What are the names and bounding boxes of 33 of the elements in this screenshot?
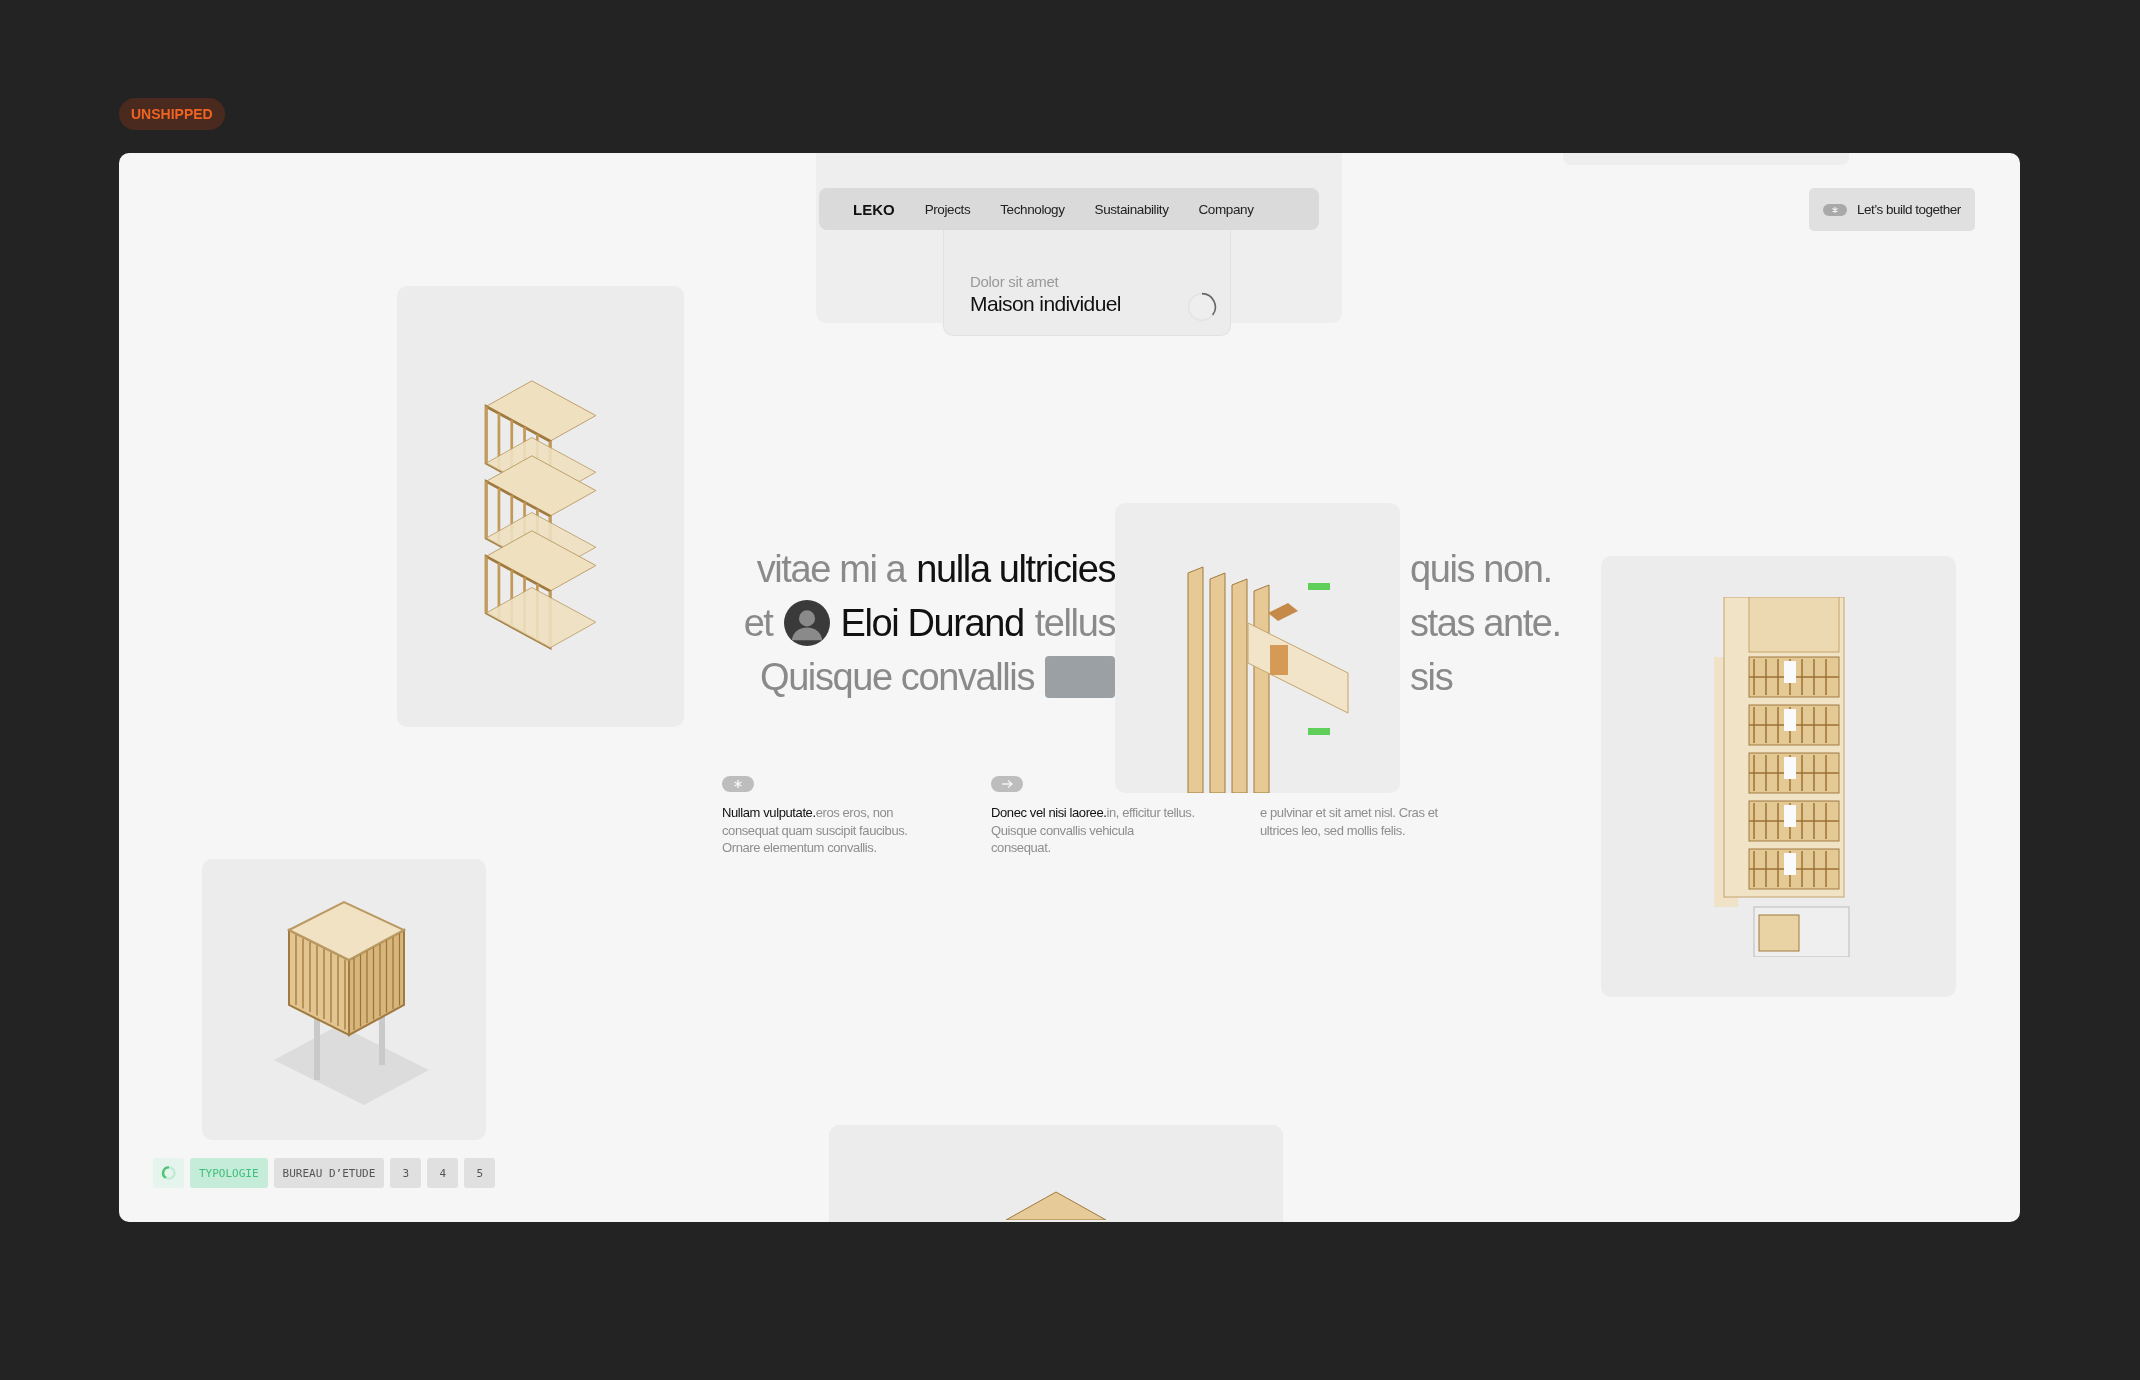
- hero-text: stas ante.: [1409, 601, 1561, 645]
- hero-text: et: [743, 601, 773, 645]
- asterisk-icon: [722, 776, 754, 792]
- feature-text: Nullam vulputate.eros eros, non consequat quam suscipit faucibus. Ornare elementum convallis.: [722, 804, 909, 857]
- arrow-right-icon: [991, 776, 1023, 792]
- hero-text: vitae mi a: [756, 547, 906, 591]
- nav-link[interactable]: Sustainability: [1094, 201, 1169, 217]
- card-subtitle: Dolor sit amet: [970, 273, 1060, 290]
- feature-text: Donec vel nisi laoree.in, efficitur tellus. Quisque convallis vehicula consequat.: [991, 804, 1196, 857]
- photo-placeholder: [1045, 656, 1115, 698]
- loading-icon: [1186, 291, 1218, 323]
- project-card[interactable]: Dolor sit amet Maison individuel: [943, 230, 1231, 336]
- hero-text: sis: [1409, 655, 1454, 699]
- cta-button[interactable]: Let’s build together: [1809, 188, 1975, 231]
- loading-icon: [160, 1165, 177, 1181]
- hero-text: Quisque convallis: [759, 655, 1034, 699]
- card-title: Maison individuel: [970, 292, 1122, 316]
- hero-text: tellus: [1034, 601, 1115, 645]
- asterisk-icon: [1823, 203, 1847, 216]
- tab[interactable]: 4: [427, 1158, 459, 1188]
- avatar-icon: [783, 600, 830, 646]
- tab[interactable]: 5: [464, 1158, 496, 1188]
- feature-text: e pulvinar et sit amet nisl. Cras et ultrices leo, sed mollis felis.: [1260, 804, 1439, 839]
- nav-link[interactable]: Technology: [1000, 201, 1065, 217]
- hero-highlight: nulla ultricies: [916, 547, 1115, 591]
- status-badge: UNSHIPPED: [119, 98, 225, 130]
- hero-highlight: Eloi Durand: [840, 601, 1024, 645]
- tab[interactable]: BUREAU D’ETUDE: [273, 1158, 385, 1188]
- tab[interactable]: 3: [390, 1158, 422, 1188]
- nav-link[interactable]: Projects: [924, 201, 971, 217]
- nav-link[interactable]: Company: [1198, 201, 1254, 217]
- hero-text: quis non.: [1409, 547, 1553, 591]
- brand-logo[interactable]: LEKO: [853, 200, 895, 218]
